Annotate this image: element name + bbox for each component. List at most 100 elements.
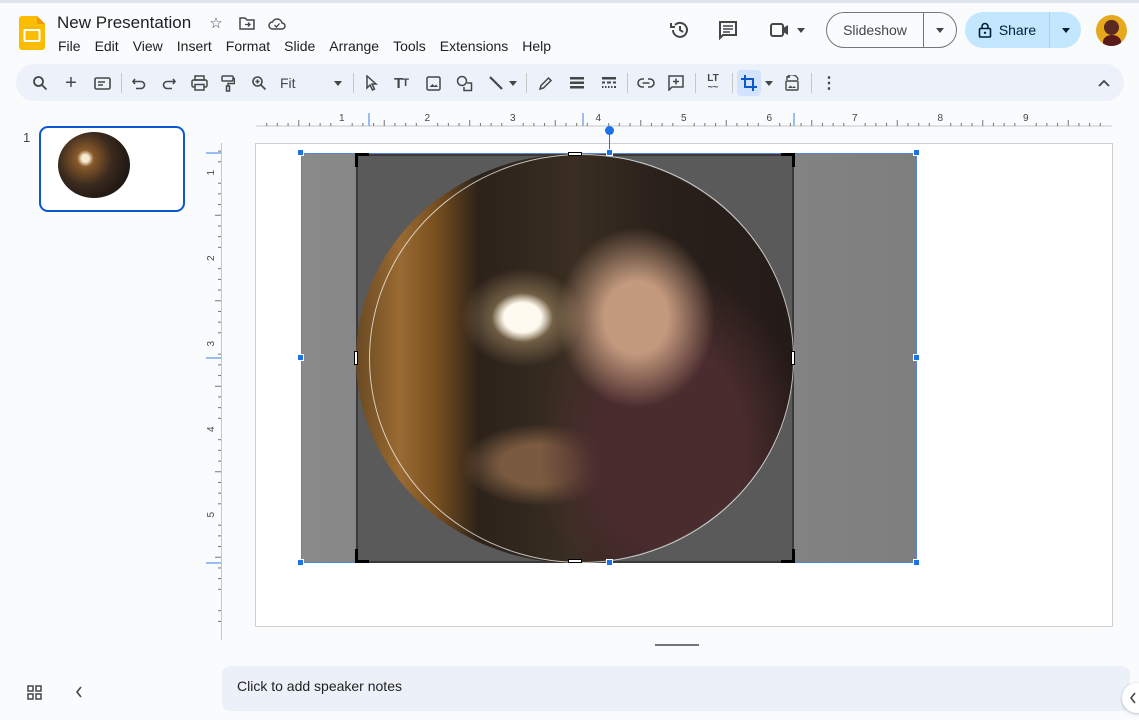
crop-image-button[interactable]	[737, 70, 761, 96]
crop-handle-sw[interactable]	[355, 549, 369, 563]
add-comment-icon[interactable]	[663, 70, 689, 96]
crop-handle-w[interactable]	[354, 351, 358, 365]
menu-bar: File Edit View Insert Format Slide Arran…	[51, 36, 558, 56]
ruler-label: 1	[206, 170, 217, 176]
toolbar-divider	[353, 73, 354, 93]
menu-insert[interactable]: Insert	[170, 36, 219, 56]
menu-file[interactable]: File	[51, 36, 88, 56]
slide-number: 1	[23, 130, 31, 145]
border-color-icon[interactable]	[532, 70, 558, 96]
menu-view[interactable]: View	[126, 36, 170, 56]
menu-extensions[interactable]: Extensions	[433, 36, 515, 56]
resize-handle-s[interactable]	[606, 559, 613, 566]
toolbar-divider	[526, 73, 527, 93]
shape-icon[interactable]	[451, 70, 477, 96]
search-menus-icon[interactable]	[27, 70, 53, 96]
redo-icon[interactable]	[156, 70, 182, 96]
zoom-icon[interactable]	[246, 70, 272, 96]
account-avatar[interactable]	[1096, 15, 1127, 46]
ruler-label: 1	[339, 113, 345, 124]
crop-handle-s[interactable]	[568, 559, 582, 563]
ruler-label: 5	[206, 512, 217, 518]
slideshow-options-button[interactable]	[924, 13, 956, 47]
border-dash-icon[interactable]	[596, 70, 622, 96]
crop-handle-n[interactable]	[568, 152, 582, 156]
menu-slide[interactable]: Slide	[277, 36, 322, 56]
video-call-button[interactable]	[765, 17, 809, 43]
insert-image-icon[interactable]	[420, 70, 446, 96]
print-icon[interactable]	[186, 70, 212, 96]
version-history-icon[interactable]	[667, 17, 693, 43]
window-top-edge	[0, 0, 1139, 3]
insert-link-icon[interactable]	[633, 70, 659, 96]
resize-handle-nw[interactable]	[297, 149, 304, 156]
share-button[interactable]: Share	[965, 12, 1050, 48]
toolbar-divider	[121, 73, 122, 93]
line-tool-button[interactable]	[481, 70, 523, 96]
menu-arrange[interactable]: Arrange	[322, 36, 386, 56]
zoom-select[interactable]: Fit	[274, 70, 348, 96]
collapse-filmstrip-icon[interactable]	[68, 681, 90, 703]
line-icon	[488, 76, 503, 90]
lock-icon	[978, 22, 992, 38]
select-cursor-icon[interactable]	[358, 70, 384, 96]
resize-handle-w[interactable]	[297, 354, 304, 361]
chevron-left-icon	[1129, 692, 1136, 704]
notes-resize-handle[interactable]	[655, 644, 699, 646]
new-slide-icon[interactable]: +	[58, 70, 84, 96]
chevron-down-icon	[797, 27, 805, 33]
crop-handle-ne[interactable]	[781, 153, 795, 167]
text-box-icon[interactable]: TT	[388, 70, 414, 96]
grid-view-icon[interactable]	[23, 681, 45, 703]
share-button-group: Share	[965, 12, 1081, 48]
crop-options-dropdown[interactable]	[762, 70, 776, 96]
crop-handle-e[interactable]	[791, 351, 795, 365]
ruler-label: 7	[852, 113, 858, 124]
move-to-folder-icon[interactable]	[238, 14, 256, 32]
ruler-label: 8	[938, 113, 944, 124]
document-title[interactable]: New Presentation	[57, 13, 191, 33]
ruler-label: 3	[206, 341, 217, 347]
chevron-down-icon	[1061, 27, 1070, 33]
slideshow-button[interactable]: Slideshow	[827, 13, 924, 47]
toolbar-divider	[627, 73, 628, 93]
cloud-saved-icon[interactable]	[268, 14, 286, 32]
ruler-label: 2	[206, 255, 217, 261]
share-options-button[interactable]	[1050, 12, 1081, 48]
more-options-icon[interactable]: ⋮	[816, 70, 842, 96]
chevron-down-icon	[508, 80, 517, 86]
vertical-ruler[interactable]: 1 2 3 4 5	[200, 143, 222, 627]
resize-handle-sw[interactable]	[297, 559, 304, 566]
resize-handle-ne[interactable]	[913, 149, 920, 156]
undo-icon[interactable]	[126, 70, 152, 96]
menu-tools[interactable]: Tools	[386, 36, 433, 56]
ruler-label: 9	[1023, 113, 1029, 124]
share-label: Share	[998, 22, 1037, 38]
resize-handle-n[interactable]	[606, 149, 613, 156]
rotation-handle[interactable]	[605, 126, 614, 135]
alt-text-icon[interactable]: LT ~~	[700, 70, 726, 96]
border-weight-icon[interactable]	[564, 70, 590, 96]
star-icon[interactable]: ☆	[207, 14, 225, 32]
video-call-icon	[770, 23, 788, 37]
comments-icon[interactable]	[715, 17, 741, 43]
reset-image-icon[interactable]	[779, 70, 805, 96]
layout-icon[interactable]	[89, 70, 115, 96]
paint-format-icon[interactable]	[215, 70, 241, 96]
collapse-menus-icon[interactable]	[1091, 70, 1117, 96]
speaker-notes-placeholder[interactable]: Click to add speaker notes	[237, 678, 402, 694]
menu-edit[interactable]: Edit	[88, 36, 126, 56]
resize-handle-e[interactable]	[913, 354, 920, 361]
horizontal-ruler[interactable]: 1 2 3 4 5 6 7 8 9	[222, 108, 1112, 128]
mask-ellipse-outline	[369, 154, 794, 563]
slide-thumbnail-image	[58, 132, 130, 198]
crop-handle-se[interactable]	[781, 549, 795, 563]
menu-format[interactable]: Format	[219, 36, 277, 56]
menu-help[interactable]: Help	[515, 36, 558, 56]
toolbar-divider	[732, 73, 733, 93]
resize-handle-se[interactable]	[913, 559, 920, 566]
slideshow-button-group: Slideshow	[826, 12, 957, 48]
slides-logo-icon[interactable]	[19, 16, 45, 50]
crop-handle-nw[interactable]	[355, 153, 369, 167]
toolbar-divider	[811, 73, 812, 93]
